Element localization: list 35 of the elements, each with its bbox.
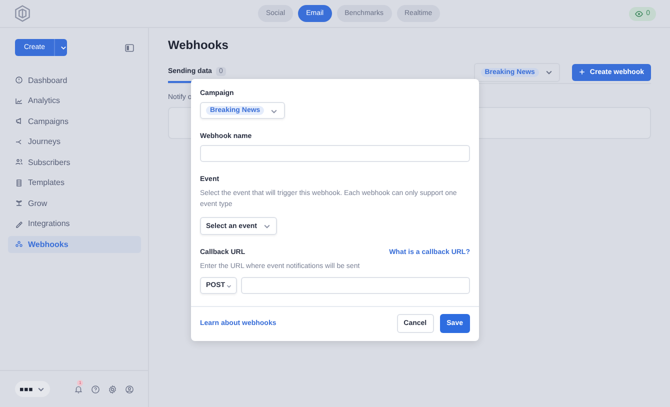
caret-icon (262, 222, 271, 230)
help-icon[interactable] (91, 384, 100, 394)
nav-icon (15, 199, 23, 208)
bell-icon[interactable] (74, 384, 83, 394)
sidebar-item[interactable]: Webhooks (8, 236, 141, 252)
caret-icon (226, 282, 232, 288)
nav-icon (15, 117, 23, 126)
page-title: Webhooks (168, 38, 230, 52)
sidebar-item[interactable]: Grow (8, 195, 141, 212)
sidebar-item[interactable]: Templates (8, 174, 141, 191)
sidebar-item[interactable]: Campaigns (8, 113, 141, 130)
nav-icon (15, 220, 23, 228)
plus-icon (578, 69, 585, 75)
nav-icon (15, 240, 23, 248)
callback-url-field[interactable] (241, 277, 470, 294)
sidebar-item[interactable]: Subscribers (8, 154, 141, 170)
settings-icon[interactable] (108, 384, 117, 394)
sidebar-item[interactable]: Integrations (8, 216, 141, 232)
nav-icon (15, 76, 23, 84)
nav-icon (15, 138, 23, 146)
logo-icon (20, 386, 33, 392)
sidebar-item[interactable]: Dashboard (8, 72, 141, 88)
nav-icon (15, 178, 23, 187)
caret-icon (544, 68, 553, 76)
sidebar-item[interactable]: Journeys (8, 134, 141, 150)
eye-icon (635, 10, 644, 18)
sidebar-item[interactable]: Analytics (8, 92, 141, 109)
account-icon[interactable] (125, 384, 134, 394)
workspace-switcher[interactable] (15, 381, 50, 397)
sidebar-toggle-icon[interactable] (125, 44, 134, 52)
nav-icon (15, 96, 23, 105)
caret-icon (37, 385, 45, 393)
nav-icon (15, 158, 23, 166)
webhook-name-field[interactable] (200, 145, 470, 162)
logo-icon (14, 5, 31, 22)
